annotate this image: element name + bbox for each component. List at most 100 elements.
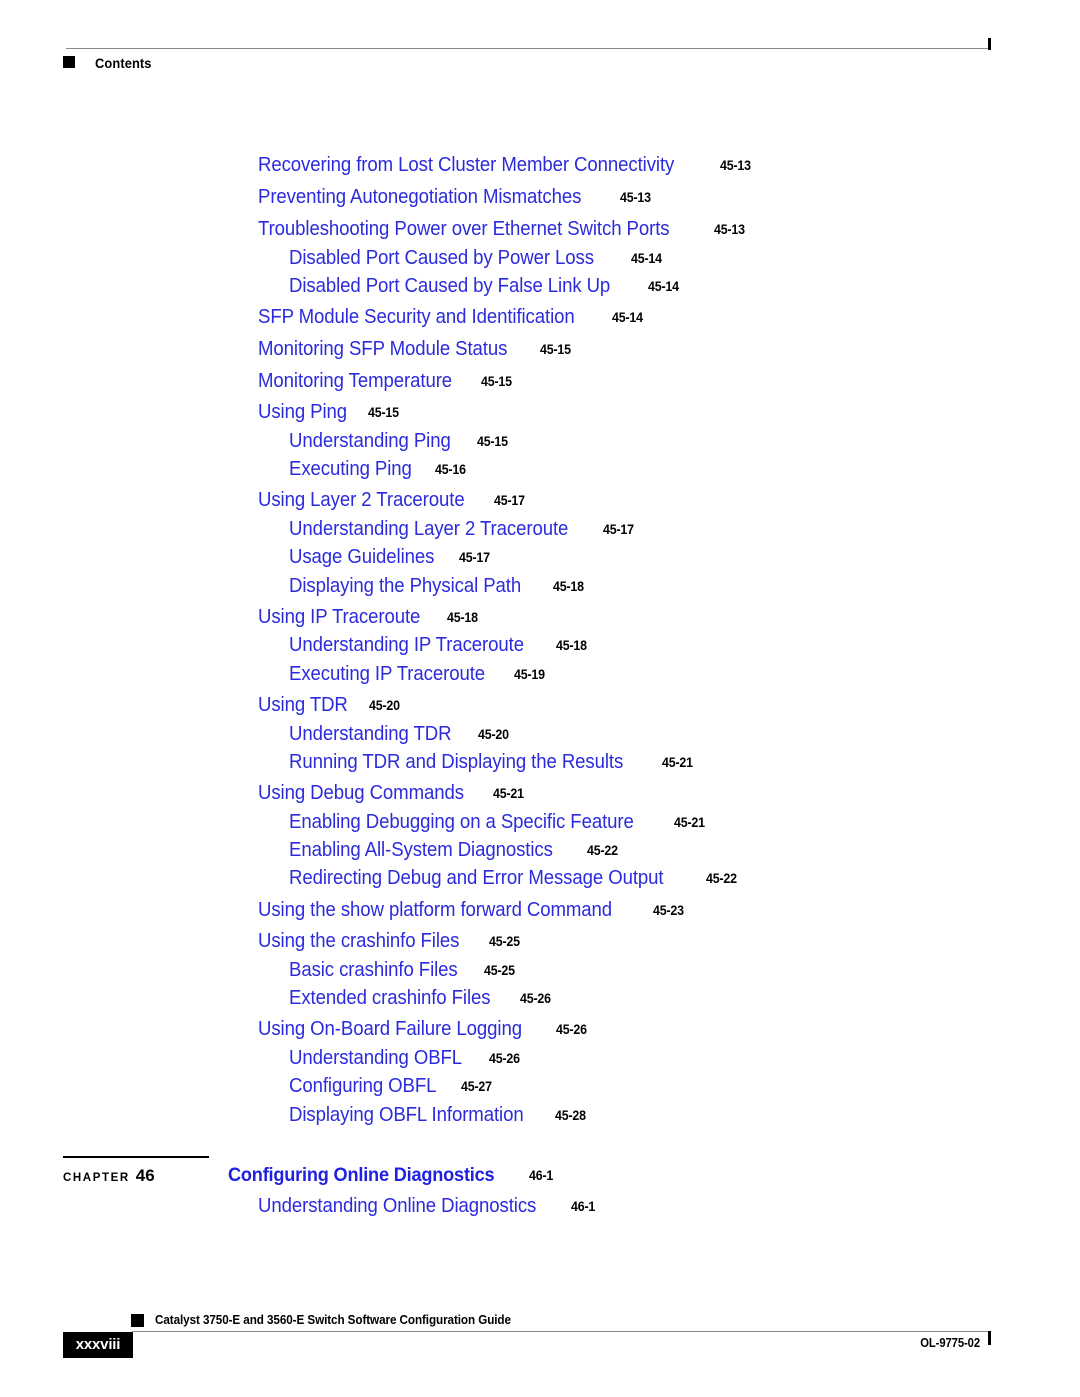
toc-entry[interactable]: Using On-Board Failure Logging 45-26	[258, 1018, 589, 1040]
toc-entry-title[interactable]: Running TDR and Displaying the Results	[289, 751, 623, 773]
toc-entry[interactable]: Extended crashinfo Files 45-26	[289, 987, 553, 1009]
toc-entry-page-number: 45-21	[662, 755, 694, 770]
toc-entry[interactable]: Disabled Port Caused by Power Loss 45-14	[289, 247, 664, 269]
toc-entry-page-number: 45-28	[555, 1108, 587, 1123]
toc-entry-title[interactable]: Configuring OBFL	[289, 1075, 436, 1097]
toc-entry[interactable]: Using Debug Commands 45-21	[258, 782, 527, 804]
toc-entry-title[interactable]: Extended crashinfo Files	[289, 987, 491, 1009]
toc-entry-title[interactable]: Enabling All-System Diagnostics	[289, 839, 553, 861]
toc-entry[interactable]: Executing Ping 45-16	[289, 458, 469, 480]
header-rule	[66, 48, 990, 49]
toc-entry[interactable]: Preventing Autonegotiation Mismatches 45-…	[258, 186, 653, 208]
toc-entry[interactable]: Configuring OBFL 45-27	[289, 1075, 495, 1097]
black-square-icon	[131, 1314, 144, 1327]
toc-entry[interactable]: Using the crashinfo Files 45-25	[258, 930, 522, 952]
toc-entry-title[interactable]: Using Debug Commands	[258, 782, 464, 804]
toc-entry-page-number: 45-23	[652, 903, 684, 918]
toc-entry[interactable]: Usage Guidelines 45-17	[289, 546, 493, 568]
toc-entry[interactable]: Basic crashinfo Files 45-25	[289, 959, 518, 981]
toc-entry-title[interactable]: Troubleshooting Power over Ethernet Swit…	[258, 218, 670, 240]
toc-entry-title[interactable]: Usage Guidelines	[289, 546, 434, 568]
toc-entry[interactable]: Displaying the Physical Path 45-18	[289, 575, 586, 597]
toc-entry[interactable]: Enabling Debugging on a Specific Feature…	[289, 811, 707, 833]
chapter-number: 46	[135, 1166, 155, 1185]
toc-entry[interactable]: Using TDR 45-20	[258, 694, 402, 716]
toc-entry[interactable]: Enabling All-System Diagnostics 45-22	[289, 839, 620, 861]
toc-entry-title[interactable]: Recovering from Lost Cluster Member Conn…	[258, 154, 674, 176]
toc-entry-title[interactable]: Executing Ping	[289, 458, 412, 480]
toc-entry[interactable]: Using Ping 45-15	[258, 401, 401, 423]
footer-right-tick	[988, 1331, 991, 1345]
toc-entry[interactable]: SFP Module Security and Identification 45…	[258, 306, 646, 328]
toc-entry-title[interactable]: Monitoring Temperature	[258, 370, 452, 392]
toc-entry[interactable]: Executing IP Traceroute 45-19	[289, 663, 547, 685]
toc-entry-title[interactable]: Using TDR	[258, 694, 348, 716]
toc-entry[interactable]: Monitoring SFP Module Status 45-15	[258, 338, 574, 360]
toc-entry[interactable]: Running TDR and Displaying the Results 45…	[289, 751, 696, 773]
toc-entry[interactable]: Using IP Traceroute 45-18	[258, 606, 480, 628]
toc-entry-page-number: 45-13	[714, 222, 746, 237]
footer-page-number: xxxviii	[75, 1336, 121, 1353]
toc-entry-page-number: 45-22	[705, 871, 737, 886]
toc-entry-title[interactable]: Using the crashinfo Files	[258, 930, 459, 952]
toc-entry-title[interactable]: Disabled Port Caused by False Link Up	[289, 275, 610, 297]
toc-entry-page-number: 45-14	[648, 279, 680, 294]
toc-entry-title[interactable]: Disabled Port Caused by Power Loss	[289, 247, 594, 269]
footer-doc-id: OL-9775-02	[920, 1336, 980, 1350]
toc-entry-title[interactable]: Monitoring SFP Module Status	[258, 338, 507, 360]
toc-entry-title[interactable]: Using Ping	[258, 401, 347, 423]
chapter-title-link[interactable]: Configuring Online Diagnostics	[228, 1163, 495, 1187]
toc-entry-page-number: 45-15	[480, 374, 512, 389]
toc-entry-page-number: 45-26	[489, 1051, 520, 1066]
toc-entry-page-number: 45-14	[630, 251, 662, 266]
toc-entry[interactable]: Monitoring Temperature 45-15	[258, 370, 514, 392]
toc-entry-page-number: 45-17	[603, 522, 635, 537]
toc-entry-title[interactable]: SFP Module Security and Identification	[258, 306, 575, 328]
toc-entry-title[interactable]: Preventing Autonegotiation Mismatches	[258, 186, 581, 208]
toc-entry-page-number: 45-27	[461, 1079, 493, 1094]
toc-entry-title[interactable]: Displaying the Physical Path	[289, 575, 521, 597]
toc-entry-title[interactable]: Understanding OBFL	[289, 1047, 462, 1069]
header-title: Contents	[95, 55, 152, 71]
toc-entry-page-number: 45-15	[367, 405, 399, 420]
toc-entry-title[interactable]: Understanding IP Traceroute	[289, 634, 524, 656]
toc-entry[interactable]: Understanding Layer 2 Traceroute 45-17	[289, 518, 637, 540]
toc-entry-title[interactable]: Redirecting Debug and Error Message Outp…	[289, 867, 664, 889]
toc-entry[interactable]: Displaying OBFL Information 45-28	[289, 1104, 589, 1126]
toc-entry-page-number: 45-15	[476, 434, 508, 449]
toc-entry-title[interactable]: Basic crashinfo Files	[289, 959, 458, 981]
toc-entry-title[interactable]: Understanding Ping	[289, 430, 451, 452]
toc-entry-title[interactable]: Using the show platform forward Command	[258, 899, 612, 921]
toc-entry-title[interactable]: Enabling Debugging on a Specific Feature	[289, 811, 634, 833]
toc-entry-page-number: 45-20	[477, 727, 509, 742]
toc-entry-page-number: 45-13	[619, 190, 651, 205]
toc-entry-page-number: 45-16	[435, 462, 466, 477]
toc-entry[interactable]: Understanding IP Traceroute 45-18	[289, 634, 589, 656]
toc-entry[interactable]: Recovering from Lost Cluster Member Conn…	[258, 154, 753, 176]
toc-entry-page-number: 45-19	[513, 667, 545, 682]
toc-entry-page-number: 45-26	[519, 991, 551, 1006]
toc-entry[interactable]: Using Layer 2 Traceroute 45-17	[258, 489, 528, 511]
toc-entry[interactable]: Understanding OBFL 45-26	[289, 1047, 523, 1069]
toc-entry-title[interactable]: Using IP Traceroute	[258, 606, 420, 628]
toc-entry-title[interactable]: Using On-Board Failure Logging	[258, 1018, 522, 1040]
toc-entry[interactable]: Troubleshooting Power over Ethernet Swit…	[258, 218, 748, 240]
header-right-tick	[988, 38, 991, 50]
toc-entry[interactable]: Redirecting Debug and Error Message Outp…	[289, 867, 739, 889]
toc-entry[interactable]: Understanding Online Diagnostics 46-1	[258, 1195, 597, 1217]
toc-entry-page-number: 45-25	[488, 934, 520, 949]
toc-entry-title[interactable]: Understanding Online Diagnostics	[258, 1195, 536, 1217]
toc-entry[interactable]: Disabled Port Caused by False Link Up 45-…	[289, 275, 682, 297]
toc-entry[interactable]: Using the show platform forward Command 4…	[258, 899, 686, 921]
chapter-title-row[interactable]: Configuring Online Diagnostics 46-1	[228, 1163, 555, 1189]
toc-entry-title[interactable]: Using Layer 2 Traceroute	[258, 489, 465, 511]
toc-entry[interactable]: Understanding Ping 45-15	[289, 430, 510, 452]
toc-entry-title[interactable]: Understanding Layer 2 Traceroute	[289, 518, 568, 540]
toc-entry-title[interactable]: Understanding TDR	[289, 723, 452, 745]
toc-entry-title[interactable]: Displaying OBFL Information	[289, 1104, 524, 1126]
toc-entry-page-number: 45-18	[446, 610, 478, 625]
footer-rule	[132, 1331, 990, 1332]
toc-entry-title[interactable]: Executing IP Traceroute	[289, 663, 485, 685]
toc-entry[interactable]: Understanding TDR 45-20	[289, 723, 511, 745]
toc-entry-page-number: 46-1	[571, 1199, 596, 1214]
